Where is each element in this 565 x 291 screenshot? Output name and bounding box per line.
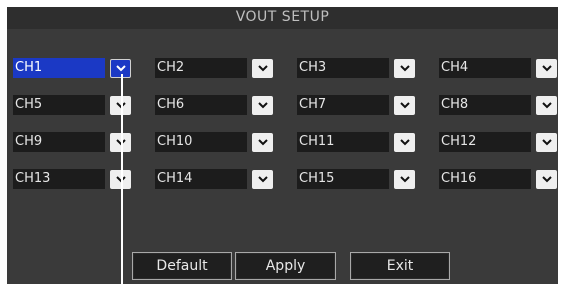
dropdown-button[interactable] [394,170,415,189]
dialog-title: VOUT SETUP [7,7,558,29]
dropdown-button[interactable] [536,59,557,78]
dropdown-button[interactable] [536,133,557,152]
channel-field[interactable]: CH2 [155,58,247,78]
dropdown-button[interactable] [394,133,415,152]
channel-select-ch1[interactable]: CH1 [13,58,132,78]
channel-field[interactable]: CH16 [439,169,531,189]
exit-button[interactable]: Exit [350,252,450,280]
channel-field[interactable]: CH6 [155,95,247,115]
chevron-down-icon [541,139,552,146]
chevron-down-icon [541,176,552,183]
callout-line [121,74,123,291]
dropdown-button[interactable] [252,170,273,189]
chevron-down-icon [399,65,410,72]
channel-select-ch8[interactable]: CH8 [439,95,558,115]
channel-field[interactable]: CH10 [155,132,247,152]
chevron-down-icon [257,176,268,183]
channel-select-ch11[interactable]: CH11 [297,132,416,152]
chevron-down-icon [399,176,410,183]
chevron-down-icon [257,102,268,109]
channel-field[interactable]: CH15 [297,169,389,189]
dropdown-button[interactable] [536,170,557,189]
channel-select-ch3[interactable]: CH3 [297,58,416,78]
channel-select-ch6[interactable]: CH6 [155,95,274,115]
channel-select-ch5[interactable]: CH5 [13,95,132,115]
channel-select-ch13[interactable]: CH13 [13,169,132,189]
channel-field[interactable]: CH11 [297,132,389,152]
channel-field[interactable]: CH8 [439,95,531,115]
channel-select-ch15[interactable]: CH15 [297,169,416,189]
channel-field[interactable]: CH14 [155,169,247,189]
channel-select-ch9[interactable]: CH9 [13,132,132,152]
chevron-down-icon [399,139,410,146]
channel-select-ch10[interactable]: CH10 [155,132,274,152]
default-button[interactable]: Default [132,252,232,280]
channel-select-ch7[interactable]: CH7 [297,95,416,115]
channel-field[interactable]: CH9 [13,132,105,152]
channel-select-ch4[interactable]: CH4 [439,58,558,78]
dropdown-button[interactable] [252,133,273,152]
chevron-down-icon [115,65,126,72]
dropdown-button[interactable] [252,96,273,115]
channel-select-ch2[interactable]: CH2 [155,58,274,78]
chevron-down-icon [399,102,410,109]
vout-setup-dialog: VOUT SETUP CH1 CH2 CH3 CH4 CH5 CH6 CH7 C… [7,7,558,284]
channel-select-ch14[interactable]: CH14 [155,169,274,189]
chevron-down-icon [541,102,552,109]
channel-field[interactable]: CH1 [13,58,105,78]
dropdown-button[interactable] [252,59,273,78]
chevron-down-icon [257,65,268,72]
chevron-down-icon [541,65,552,72]
chevron-down-icon [257,139,268,146]
apply-button[interactable]: Apply [235,252,336,280]
channel-field[interactable]: CH5 [13,95,105,115]
channel-select-ch16[interactable]: CH16 [439,169,558,189]
channel-field[interactable]: CH7 [297,95,389,115]
dropdown-button[interactable] [394,59,415,78]
channel-field[interactable]: CH13 [13,169,105,189]
channel-field[interactable]: CH12 [439,132,531,152]
channel-select-ch12[interactable]: CH12 [439,132,558,152]
dropdown-button[interactable] [394,96,415,115]
dropdown-button[interactable] [536,96,557,115]
channel-field[interactable]: CH4 [439,58,531,78]
channel-field[interactable]: CH3 [297,58,389,78]
